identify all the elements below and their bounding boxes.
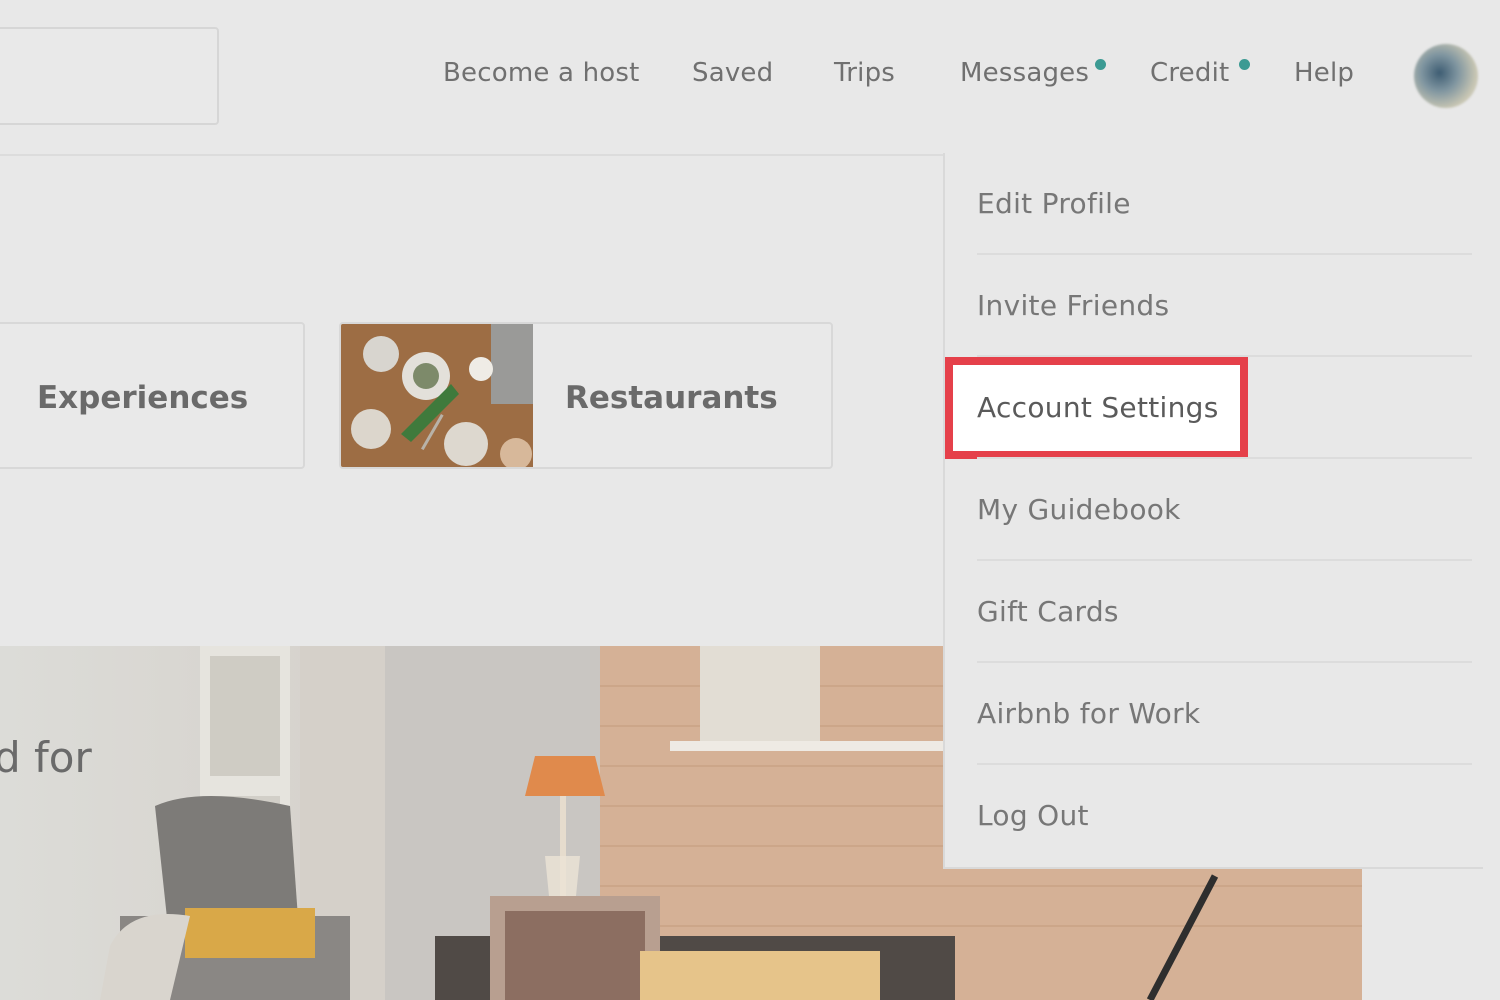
experiences-label: Experiences — [37, 380, 249, 416]
menu-item-airbnb-for-work[interactable]: Airbnb for Work — [977, 663, 1472, 765]
nav-trips[interactable]: Trips — [834, 58, 895, 88]
menu-item-label: Airbnb for Work — [977, 697, 1201, 730]
menu-item-log-out[interactable]: Log Out — [977, 765, 1472, 867]
menu-item-label: Invite Friends — [977, 289, 1170, 322]
menu-item-label: Gift Cards — [977, 595, 1119, 628]
credit-notification-dot — [1239, 59, 1250, 70]
messages-notification-dot — [1095, 59, 1106, 70]
hero-heading: d for — [0, 733, 92, 782]
restaurants-label: Restaurants — [565, 380, 778, 416]
restaurants-card[interactable]: Restaurants — [339, 322, 833, 469]
menu-item-gift-cards[interactable]: Gift Cards — [977, 561, 1472, 663]
menu-item-my-guidebook[interactable]: My Guidebook — [977, 459, 1472, 561]
menu-item-edit-profile[interactable]: Edit Profile — [977, 153, 1472, 255]
menu-item-label: Edit Profile — [977, 187, 1131, 220]
menu-item-label: Log Out — [977, 799, 1089, 832]
nav-credit[interactable]: Credit — [1150, 58, 1229, 88]
menu-item-invite-friends[interactable]: Invite Friends — [977, 255, 1472, 357]
nav-saved[interactable]: Saved — [692, 58, 773, 88]
menu-item-account-settings[interactable]: Account Settings — [977, 357, 1472, 459]
experiences-card[interactable]: Experiences — [0, 322, 305, 469]
menu-item-label: My Guidebook — [977, 493, 1181, 526]
user-avatar[interactable] — [1414, 44, 1478, 108]
nav-help[interactable]: Help — [1294, 58, 1354, 88]
menu-item-label: Account Settings — [977, 391, 1219, 424]
top-nav: Become a host Saved Trips Messages Credi… — [0, 0, 1500, 155]
nav-become-a-host[interactable]: Become a host — [443, 58, 640, 88]
header-divider — [0, 154, 944, 156]
nav-messages[interactable]: Messages — [960, 58, 1089, 88]
restaurants-thumbnail — [341, 324, 533, 467]
